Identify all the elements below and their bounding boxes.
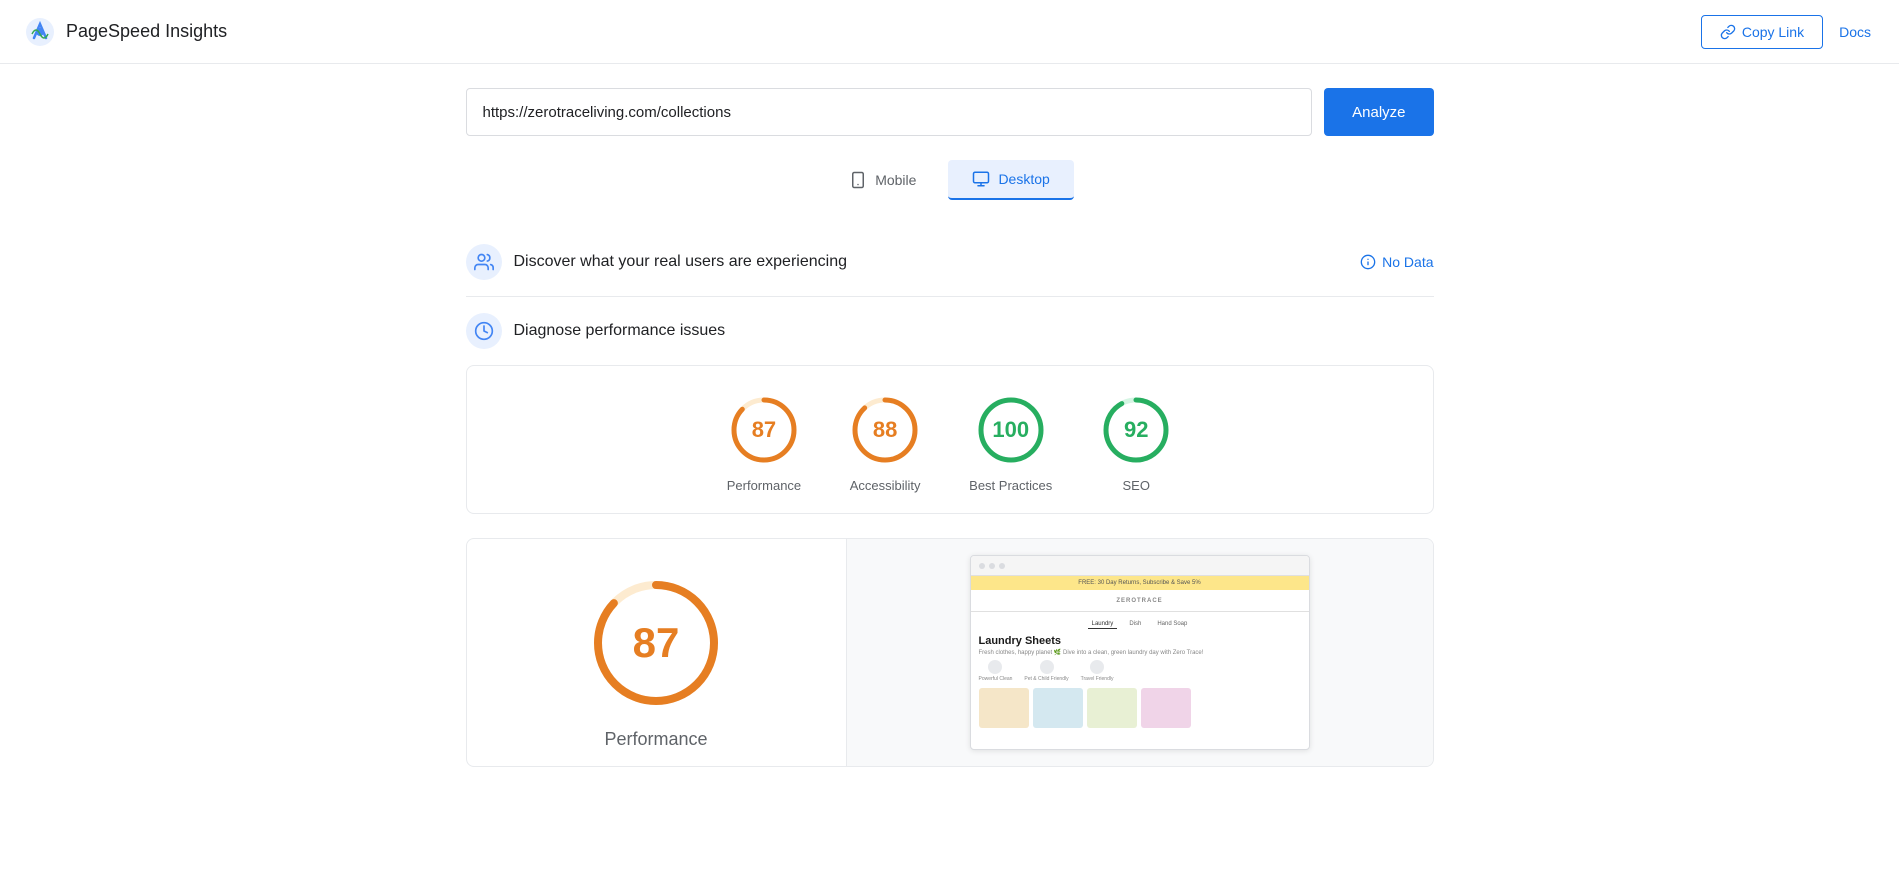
pagespeed-logo-icon — [24, 16, 56, 48]
main-content: Analyze Mobile Desktop — [450, 64, 1450, 811]
gauge-icon — [474, 321, 494, 341]
screenshot-topbar — [971, 556, 1309, 576]
search-row: Analyze — [466, 88, 1434, 136]
screenshot-tab-handsoap: Hand Soap — [1153, 620, 1191, 629]
scores-card: 87 Performance 88 Accessibility — [466, 365, 1434, 514]
link-icon — [1720, 24, 1736, 40]
real-users-section: Discover what your real users are experi… — [466, 228, 1434, 297]
seo-circle: 92 — [1100, 394, 1172, 466]
section-left: Discover what your real users are experi… — [466, 244, 847, 280]
screenshot-banner: FREE: 30 Day Returns, Subscribe & Save 5… — [971, 576, 1309, 590]
large-performance-score: 87 — [633, 619, 680, 667]
no-data-badge: No Data — [1360, 254, 1433, 270]
screenshot-icon-3: Travel Friendly — [1081, 660, 1114, 682]
screenshot-tab-dish: Dish — [1125, 620, 1145, 629]
best-practices-circle: 100 — [975, 394, 1047, 466]
diagnose-title: Diagnose performance issues — [514, 322, 726, 340]
large-performance-label: Performance — [604, 729, 707, 750]
screenshot-icon-2: Pet & Child Friendly — [1024, 660, 1068, 682]
desktop-tab[interactable]: Desktop — [948, 160, 1073, 200]
app-title: PageSpeed Insights — [66, 21, 227, 42]
desktop-icon — [972, 170, 990, 188]
screenshot-product-tabs: Laundry Dish Hand Soap — [979, 620, 1301, 629]
screenshot-icon-label-2: Pet & Child Friendly — [1024, 676, 1068, 682]
score-item-best-practices: 100 Best Practices — [969, 394, 1052, 493]
scores-row: 87 Performance 88 Accessibility — [483, 394, 1417, 493]
score-item-performance: 87 Performance — [727, 394, 801, 493]
performance-circle: 87 — [728, 394, 800, 466]
url-input[interactable] — [466, 88, 1313, 136]
screenshot-heading: Laundry Sheets — [979, 635, 1301, 647]
accessibility-circle: 88 — [849, 394, 921, 466]
screenshot-product-2 — [1033, 688, 1083, 728]
docs-button[interactable]: Docs — [1835, 16, 1875, 48]
screenshot-dot-3 — [999, 563, 1005, 569]
screenshot-nav: ZEROTRACE — [971, 590, 1309, 612]
users-icon — [474, 252, 494, 272]
device-toggle: Mobile Desktop — [466, 160, 1434, 200]
screenshot-icon-circle-3 — [1090, 660, 1104, 674]
mobile-icon — [849, 171, 867, 189]
diagnose-icon-container — [466, 313, 502, 349]
screenshot-hero: Laundry Dish Hand Soap Laundry Sheets Fr… — [971, 612, 1309, 736]
screenshot-icons-row: Powerful Clean Pet & Child Friendly Trav… — [979, 660, 1301, 682]
header-left: PageSpeed Insights — [24, 16, 227, 48]
diagnose-section: Diagnose performance issues 87 Performan… — [466, 313, 1434, 767]
screenshot-dot-1 — [979, 563, 985, 569]
diagnose-header: Diagnose performance issues — [466, 313, 1434, 349]
analyze-button[interactable]: Analyze — [1324, 88, 1433, 136]
bottom-section: 87 Performance FREE: 30 Day Returns, Sub… — [466, 538, 1434, 767]
screenshot-icon-label-3: Travel Friendly — [1081, 676, 1114, 682]
best-practices-label: Best Practices — [969, 478, 1052, 493]
screenshot-icon-circle-2 — [1040, 660, 1054, 674]
bottom-left: 87 Performance — [467, 539, 847, 766]
website-screenshot: FREE: 30 Day Returns, Subscribe & Save 5… — [970, 555, 1310, 750]
screenshot-product-1 — [979, 688, 1029, 728]
score-item-accessibility: 88 Accessibility — [849, 394, 921, 493]
real-users-title: Discover what your real users are experi… — [514, 253, 847, 271]
screenshot-product-4 — [1141, 688, 1191, 728]
header: PageSpeed Insights Copy Link Docs — [0, 0, 1899, 64]
performance-label: Performance — [727, 478, 801, 493]
seo-label: SEO — [1123, 478, 1150, 493]
screenshot-products — [979, 688, 1301, 728]
performance-score: 87 — [752, 417, 776, 443]
screenshot-icon-circle-1 — [988, 660, 1002, 674]
info-icon — [1360, 254, 1376, 270]
screenshot-icon-label-1: Powerful Clean — [979, 676, 1013, 682]
screenshot-nav-logo: ZEROTRACE — [1116, 598, 1162, 604]
copy-link-button[interactable]: Copy Link — [1701, 15, 1823, 49]
bottom-right: FREE: 30 Day Returns, Subscribe & Save 5… — [847, 539, 1433, 766]
header-right: Copy Link Docs — [1701, 15, 1875, 49]
screenshot-product-3 — [1087, 688, 1137, 728]
screenshot-dot-2 — [989, 563, 995, 569]
score-item-seo: 92 SEO — [1100, 394, 1172, 493]
screenshot-icon-1: Powerful Clean — [979, 660, 1013, 682]
mobile-tab[interactable]: Mobile — [825, 160, 940, 200]
seo-score: 92 — [1124, 417, 1148, 443]
screenshot-subtext: Fresh clothes, happy planet 🌿 Dive into … — [979, 649, 1301, 656]
accessibility-score: 88 — [873, 417, 897, 443]
accessibility-label: Accessibility — [850, 478, 921, 493]
screenshot-tab-laundry: Laundry — [1088, 620, 1118, 629]
best-practices-score: 100 — [992, 417, 1029, 443]
large-performance-circle: 87 — [586, 573, 726, 713]
users-icon-container — [466, 244, 502, 280]
